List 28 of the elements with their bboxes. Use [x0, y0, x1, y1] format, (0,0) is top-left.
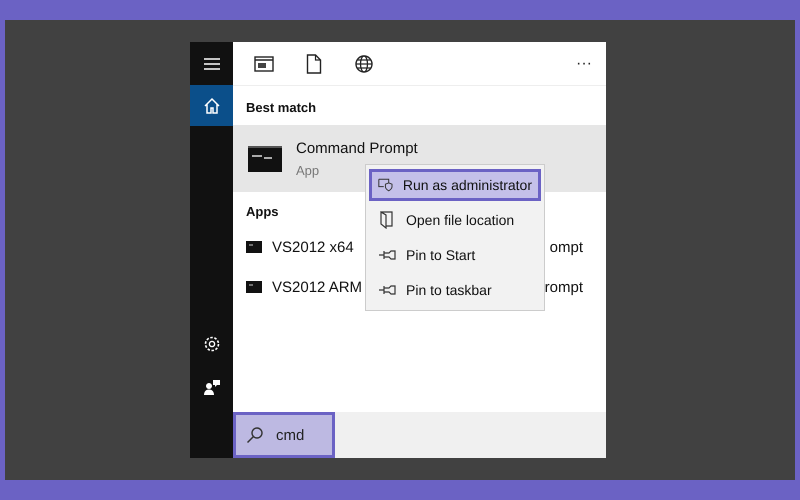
- home-icon: [202, 96, 220, 114]
- shield-icon: [378, 177, 393, 193]
- home-button[interactable]: [190, 85, 233, 126]
- terminal-icon: [248, 146, 282, 172]
- menu-icon: [202, 56, 220, 70]
- search-icon: [246, 426, 264, 444]
- menu-item[interactable]: Pin to taskbar: [369, 274, 541, 306]
- app-name-end[interactable]: ompt: [550, 238, 583, 256]
- window-icon: [254, 56, 274, 72]
- pin-icon: [378, 249, 396, 261]
- menu-item[interactable]: Run as administrator: [369, 169, 541, 201]
- globe-icon: [354, 54, 374, 74]
- pin-icon: [378, 284, 396, 296]
- terminal-icon: [246, 241, 262, 253]
- app-name[interactable]: VS2012 x64: [272, 238, 354, 256]
- result-type: App: [296, 162, 320, 178]
- app-name[interactable]: VS2012 ARM: [272, 278, 362, 296]
- terminal-icon: [246, 281, 262, 293]
- section-heading: Apps: [245, 203, 280, 221]
- section-heading: Best match: [245, 99, 318, 117]
- menu-item[interactable]: Pin to Start: [369, 239, 541, 271]
- result-title: Command Prompt: [296, 140, 418, 156]
- settings-icon: [202, 334, 222, 354]
- app-name-end[interactable]: rompt: [544, 278, 583, 296]
- document-icon: [306, 54, 322, 74]
- menu-item[interactable]: Open file location: [369, 204, 541, 236]
- more-button[interactable]: ···: [570, 50, 598, 76]
- search-field[interactable]: cmd: [233, 412, 335, 458]
